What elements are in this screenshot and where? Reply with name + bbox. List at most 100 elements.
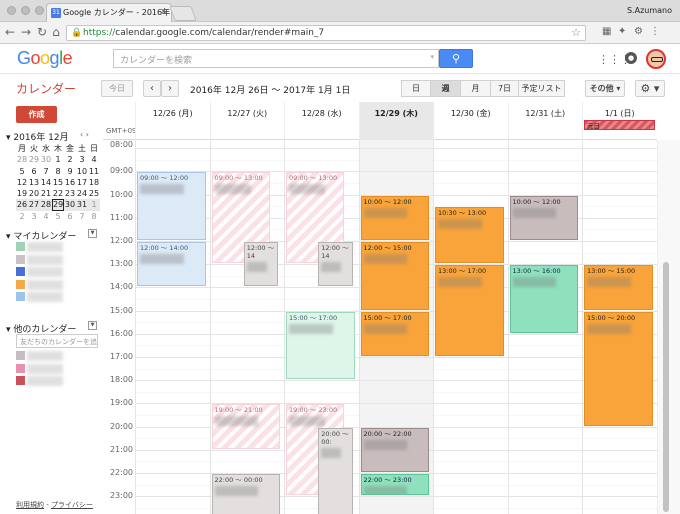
mini-day[interactable]: 1: [88, 199, 100, 211]
mini-day[interactable]: 28: [40, 199, 52, 211]
mini-day[interactable]: 25: [88, 188, 100, 199]
extension-gear-icon[interactable]: ⚙: [634, 26, 643, 37]
week-grid[interactable]: 09:00 10:00 11:00 12:00 13:00 14:00 15:00 16:00…: [103, 140, 657, 514]
day-header[interactable]: 12/26 (月): [135, 102, 210, 140]
search-options-icon[interactable]: ▾: [430, 53, 434, 61]
today-button[interactable]: 今日: [101, 80, 133, 97]
mini-day[interactable]: 23: [64, 188, 76, 199]
mini-day[interactable]: 30: [64, 199, 76, 211]
mini-day[interactable]: 1: [52, 154, 64, 165]
calendar-event[interactable]: 15:00 ～ 17:00: [286, 311, 355, 380]
allday-event[interactable]: 元日: [584, 120, 655, 130]
mini-day[interactable]: 3: [28, 211, 40, 222]
day-header[interactable]: 12/29 (木): [358, 102, 433, 140]
mini-day[interactable]: 31: [76, 199, 88, 211]
tab-close-icon[interactable]: ✕: [160, 7, 167, 16]
back-icon[interactable]: ←: [3, 25, 17, 39]
mini-day[interactable]: 4: [88, 154, 100, 165]
calendar-event[interactable]: 12:00 ～ 15:00: [360, 241, 429, 310]
calendar-event[interactable]: 10:30 ～ 13:00: [435, 207, 504, 264]
mini-day[interactable]: 8: [88, 211, 100, 222]
mini-day[interactable]: 15: [52, 177, 64, 188]
calendar-event[interactable]: 20:00 ～ 22:00: [360, 427, 429, 472]
mini-day[interactable]: 11: [88, 166, 100, 177]
mini-day[interactable]: 10: [76, 166, 88, 177]
mini-day[interactable]: 20: [28, 188, 40, 199]
browser-menu-icon[interactable]: ⋮: [650, 26, 660, 37]
terms-link[interactable]: 利用規約: [16, 501, 44, 509]
prev-week-button[interactable]: ‹: [143, 80, 161, 97]
day-header[interactable]: 12/31 (土): [507, 102, 583, 140]
mini-day[interactable]: 6: [64, 211, 76, 222]
mini-day[interactable]: 30: [40, 154, 52, 165]
new-tab-button[interactable]: [169, 6, 197, 21]
my-calendar-name[interactable]: [27, 292, 63, 302]
zoom-window-icon[interactable]: [35, 6, 44, 15]
mini-day[interactable]: 21: [40, 188, 52, 199]
search-button[interactable]: ⚲: [439, 49, 473, 68]
mini-calendar-title[interactable]: ▾ 2016年 12月: [6, 130, 69, 143]
minimize-window-icon[interactable]: [21, 6, 30, 15]
privacy-link[interactable]: プライバシー: [51, 501, 93, 509]
mini-day[interactable]: 27: [28, 199, 40, 211]
mini-day[interactable]: 29: [28, 154, 40, 165]
my-color-swatch[interactable]: [16, 292, 25, 301]
other-color-swatch[interactable]: [16, 351, 25, 360]
other-calendars-menu-icon[interactable]: ▼: [88, 321, 97, 330]
mini-day[interactable]: 28: [16, 154, 28, 165]
browser-user-name[interactable]: S.Azumano: [627, 6, 672, 15]
extension-icon[interactable]: ✦: [618, 26, 626, 37]
day-header[interactable]: 12/30 (金): [433, 102, 508, 140]
day-header[interactable]: 12/27 (火): [209, 102, 285, 140]
notifications-icon[interactable]: ●: [625, 52, 637, 64]
mini-day[interactable]: 7: [40, 166, 52, 177]
calendar-event[interactable]: 22:00 ～ 23:00: [360, 473, 429, 496]
my-calendar-name[interactable]: [27, 254, 63, 265]
calendar-event[interactable]: 13:00 ～ 15:00: [584, 265, 653, 310]
reload-icon[interactable]: ↻: [35, 25, 49, 39]
calendar-event[interactable]: 09:00 ～ 12:00: [137, 172, 206, 240]
bookmark-star-icon[interactable]: ☆: [571, 26, 581, 39]
home-icon[interactable]: ⌂: [49, 25, 63, 39]
more-button[interactable]: その他 ▾: [585, 80, 625, 97]
browser-tab[interactable]: 31 Google カレンダー - 2016年 1 ✕: [46, 3, 172, 22]
view-7day-button[interactable]: 7日: [491, 80, 519, 97]
mini-day[interactable]: 7: [76, 211, 88, 222]
avatar[interactable]: [646, 49, 666, 69]
mini-day[interactable]: 12: [16, 177, 28, 188]
calendar-event[interactable]: 15:00 ～ 20:00: [584, 311, 653, 426]
mini-day[interactable]: 3: [76, 154, 88, 165]
mini-day[interactable]: 26: [16, 199, 28, 211]
mini-day[interactable]: 2: [16, 211, 28, 222]
calendar-event[interactable]: 19:00 ～ 21:00: [211, 404, 280, 449]
my-calendar-name[interactable]: [27, 279, 63, 290]
calendar-event[interactable]: 10:00 ～ 12:00: [509, 195, 578, 240]
other-calendar-name[interactable]: [27, 351, 63, 361]
mini-day[interactable]: 24: [76, 188, 88, 199]
calendar-event[interactable]: 12:00 ～ 14:00: [137, 241, 206, 287]
my-color-swatch[interactable]: [16, 254, 25, 264]
view-week-button[interactable]: 週: [431, 80, 461, 97]
view-day-button[interactable]: 日: [401, 80, 431, 97]
my-calendar-name[interactable]: [27, 242, 63, 252]
mini-day[interactable]: 18: [88, 177, 100, 188]
other-color-swatch[interactable]: [16, 376, 25, 385]
view-month-button[interactable]: 月: [461, 80, 491, 97]
url-input[interactable]: 🔒 https://calendar.google.com/calendar/r…: [66, 25, 586, 41]
mini-day[interactable]: 8: [52, 166, 64, 177]
calendar-event[interactable]: 20:00 ～ 00:: [318, 427, 353, 514]
calendar-search-input[interactable]: カレンダーを検索 ▾: [113, 49, 439, 68]
mini-day[interactable]: 5: [52, 211, 64, 222]
calendar-event[interactable]: 12:00 ～ 14: [243, 241, 279, 287]
mini-day[interactable]: 19: [16, 188, 28, 199]
extension-grid-icon[interactable]: ▦: [602, 26, 611, 37]
my-color-swatch[interactable]: [16, 267, 25, 276]
other-calendar-name[interactable]: [27, 376, 63, 386]
mini-day[interactable]: 14: [40, 177, 52, 188]
mini-day[interactable]: 17: [76, 177, 88, 188]
mini-day[interactable]: 5: [16, 166, 28, 177]
day-header[interactable]: 12/28 (水): [284, 102, 359, 140]
mini-day[interactable]: 13: [28, 177, 40, 188]
calendar-event[interactable]: 13:00 ～ 17:00: [435, 265, 504, 356]
other-color-swatch[interactable]: [16, 363, 25, 373]
